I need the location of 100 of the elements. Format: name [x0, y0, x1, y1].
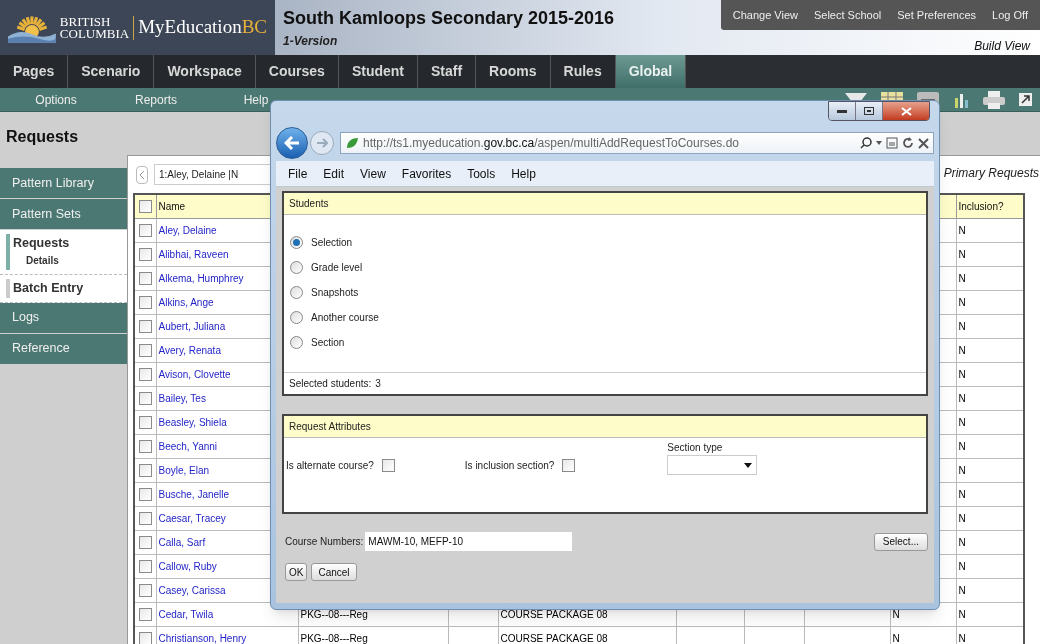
- forward-button[interactable]: [310, 131, 334, 155]
- student-name-link[interactable]: Calla, Sarf: [158, 536, 206, 548]
- student-name-link[interactable]: Bailey, Tes: [158, 392, 206, 404]
- expand-icon[interactable]: [1019, 93, 1032, 106]
- table-cell: N: [958, 272, 966, 284]
- top-link[interactable]: Log Off: [992, 6, 1028, 24]
- refresh-icon[interactable]: [902, 137, 914, 149]
- radio-button[interactable]: [290, 286, 303, 299]
- menu-item[interactable]: Favorites: [401, 164, 452, 183]
- checkbox[interactable]: [381, 459, 395, 472]
- table-cell: N: [958, 536, 966, 548]
- school-title: South Kamloops Secondary 2015-2016: [283, 8, 616, 28]
- nav-tab[interactable]: Rooms: [476, 55, 551, 88]
- table-cell: N: [958, 224, 966, 236]
- back-button[interactable]: [276, 127, 308, 159]
- checkbox[interactable]: [138, 415, 152, 429]
- panel-header: Request Attributes: [284, 416, 926, 438]
- top-link[interactable]: Change View: [732, 6, 798, 24]
- selected-count-label: Selected students:: [289, 377, 372, 391]
- radio-button[interactable]: [290, 311, 303, 324]
- checkbox[interactable]: [138, 391, 152, 405]
- nav-tab[interactable]: Rules: [550, 55, 616, 88]
- table-cell: N: [958, 584, 966, 596]
- checkbox-label: Is alternate course?: [286, 459, 374, 473]
- menu-item[interactable]: Edit: [323, 164, 345, 183]
- student-name-link[interactable]: Cedar, Twila: [158, 608, 214, 620]
- table-cell: N: [958, 296, 966, 308]
- student-name-link[interactable]: Alkins, Ange: [158, 296, 214, 308]
- nav-tab[interactable]: Student: [338, 55, 418, 88]
- sub-menu-item[interactable]: Reports: [106, 90, 206, 109]
- table-cell: N: [958, 320, 966, 332]
- radio-label: Snapshots: [311, 286, 359, 300]
- panel-header: Students: [284, 193, 926, 215]
- caret-icon: [744, 462, 753, 468]
- checkbox[interactable]: [138, 295, 152, 309]
- sidebar-tab[interactable]: Reference: [0, 333, 127, 364]
- radio-button[interactable]: [290, 236, 303, 249]
- checkbox[interactable]: [138, 319, 152, 333]
- checkbox[interactable]: [138, 271, 152, 285]
- checkbox[interactable]: [138, 439, 152, 453]
- menu-item[interactable]: Tools: [467, 164, 496, 183]
- top-link[interactable]: Select School: [813, 6, 882, 24]
- table-cell: N: [892, 608, 900, 620]
- radio-button[interactable]: [290, 261, 303, 274]
- maximize-button[interactable]: [856, 102, 883, 120]
- column-header[interactable]: Inclusion?: [956, 194, 1024, 218]
- table-cell: N: [958, 488, 966, 500]
- checkbox[interactable]: [138, 487, 152, 501]
- section-type-label: Section type: [667, 441, 724, 455]
- table-cell: N: [892, 632, 900, 644]
- checkbox[interactable]: [138, 631, 152, 644]
- cancel-button[interactable]: Cancel: [311, 563, 357, 581]
- nav-tab[interactable]: Global: [615, 55, 687, 88]
- sidebar-tab[interactable]: Pattern Library: [0, 168, 127, 198]
- print-icon[interactable]: [983, 90, 1005, 109]
- view-label: Build View: [974, 38, 1032, 55]
- top-link[interactable]: Set Preferences: [897, 6, 977, 24]
- sidebar-link[interactable]: Requests: [13, 234, 70, 253]
- select-button[interactable]: Select...: [873, 532, 928, 551]
- previous-button[interactable]: [136, 165, 148, 184]
- ok-button[interactable]: OK: [285, 563, 308, 581]
- checkbox[interactable]: [138, 343, 152, 357]
- close-icon: [900, 106, 912, 116]
- table-cell: N: [958, 608, 966, 620]
- checkbox[interactable]: [138, 559, 152, 573]
- checkbox[interactable]: [138, 607, 152, 621]
- address-bar[interactable]: http://ts1.myeducation.gov.bc.ca/aspen/multiAddRequestToCourses.do: [340, 132, 934, 154]
- sidebar-sublink[interactable]: Details: [13, 252, 70, 270]
- student-name-link[interactable]: Boyle, Elan: [158, 464, 210, 476]
- checkbox[interactable]: [138, 223, 152, 237]
- menu-item[interactable]: Help: [511, 164, 536, 183]
- checkbox[interactable]: [138, 583, 152, 597]
- nav-tab[interactable]: Pages: [0, 55, 69, 88]
- sidebar-tab[interactable]: Pattern Sets: [0, 199, 127, 229]
- checkbox[interactable]: [138, 199, 152, 213]
- checkbox[interactable]: [138, 463, 152, 477]
- checkbox[interactable]: [562, 459, 576, 472]
- dropdown-arrow-icon[interactable]: [876, 141, 882, 145]
- checkbox[interactable]: [138, 247, 152, 261]
- sub-menu-item[interactable]: Options: [6, 90, 106, 109]
- menu-item[interactable]: View: [360, 164, 386, 183]
- close-button[interactable]: [883, 102, 929, 120]
- nav-tab[interactable]: Courses: [255, 55, 339, 88]
- checkbox[interactable]: [138, 535, 152, 549]
- minimize-button[interactable]: [829, 102, 856, 120]
- stop-icon[interactable]: [918, 137, 929, 149]
- nav-tab[interactable]: Workspace: [154, 55, 256, 88]
- list-title: Primary Requests: [943, 164, 1040, 182]
- sidebar-tab[interactable]: Logs: [0, 302, 127, 333]
- nav-tab[interactable]: Scenario: [68, 55, 155, 88]
- checkbox[interactable]: [138, 367, 152, 381]
- compatibility-icon[interactable]: [886, 137, 898, 149]
- radio-button[interactable]: [290, 336, 303, 349]
- search-icon[interactable]: [860, 137, 872, 149]
- chart-icon[interactable]: [953, 91, 969, 108]
- table-cell: N: [958, 392, 966, 404]
- nav-tab[interactable]: Staff: [418, 55, 477, 88]
- checkbox[interactable]: [138, 511, 152, 525]
- table-cell: COURSE PACKAGE 08: [500, 608, 608, 620]
- course-numbers-field[interactable]: MAWM-10, MEFP-10: [365, 532, 573, 551]
